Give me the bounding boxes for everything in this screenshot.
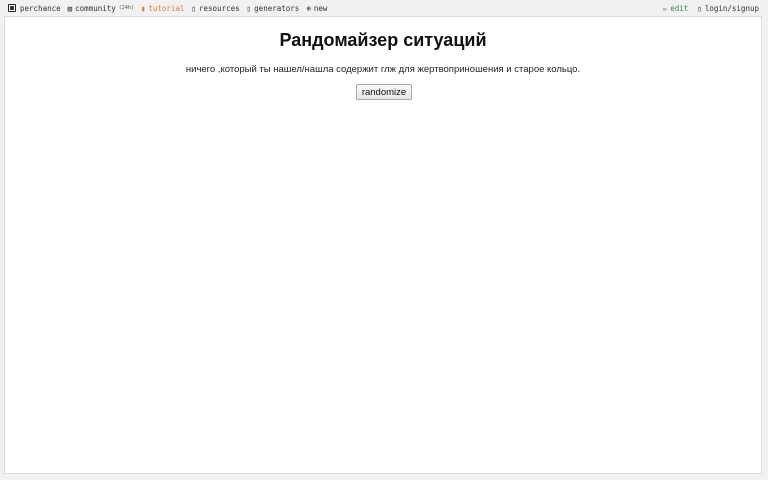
nav-item-tutorial[interactable]: ▮ tutorial [141, 4, 185, 13]
nav-item-resources[interactable]: ▯ resources [192, 4, 240, 13]
randomize-button[interactable]: randomize [356, 84, 412, 100]
pencil-icon: ✏ [662, 3, 668, 13]
nav-item-new[interactable]: ⊕ new [306, 4, 327, 13]
nav-item-label: generators [254, 3, 300, 13]
generator-panel: Рандомайзер ситуаций ничего ,который ты … [4, 16, 762, 474]
nav-item-label: login/signup [704, 3, 759, 13]
nav-item-community[interactable]: ▧ community (24h) [68, 4, 134, 13]
dice-icon [8, 4, 16, 12]
chat-icon: ▧ [67, 3, 73, 13]
user-icon: ▯ [697, 3, 702, 13]
generator-output: ничего ,который ты нашел/нашла содержит … [185, 64, 581, 75]
top-nav-bar: perchance ▧ community (24h) ▮ tutorial ▯… [0, 0, 768, 16]
nav-item-login[interactable]: ▯ login/signup [697, 4, 759, 13]
nav-item-label: edit [670, 3, 689, 13]
resources-icon: ▯ [191, 3, 197, 13]
book-icon: ▮ [140, 3, 146, 13]
page-title: Рандомайзер ситуаций [279, 30, 487, 50]
nav-item-label: perchance [20, 3, 61, 13]
generators-icon: ▯ [246, 3, 252, 13]
nav-item-perchance[interactable]: perchance [8, 4, 61, 13]
nav-right: ✏ edit ▯ login/signup [654, 0, 768, 16]
community-count: (24h) [118, 5, 134, 11]
nav-item-edit[interactable]: ✏ edit [663, 4, 689, 13]
plus-circle-icon: ⊕ [306, 3, 311, 13]
nav-item-label: new [313, 3, 328, 13]
nav-item-generators[interactable]: ▯ generators [247, 4, 300, 13]
nav-left: perchance ▧ community (24h) ▮ tutorial ▯… [0, 0, 334, 16]
nav-item-label: tutorial [148, 3, 185, 13]
nav-item-label: community [75, 3, 116, 13]
nav-item-label: resources [199, 3, 240, 13]
